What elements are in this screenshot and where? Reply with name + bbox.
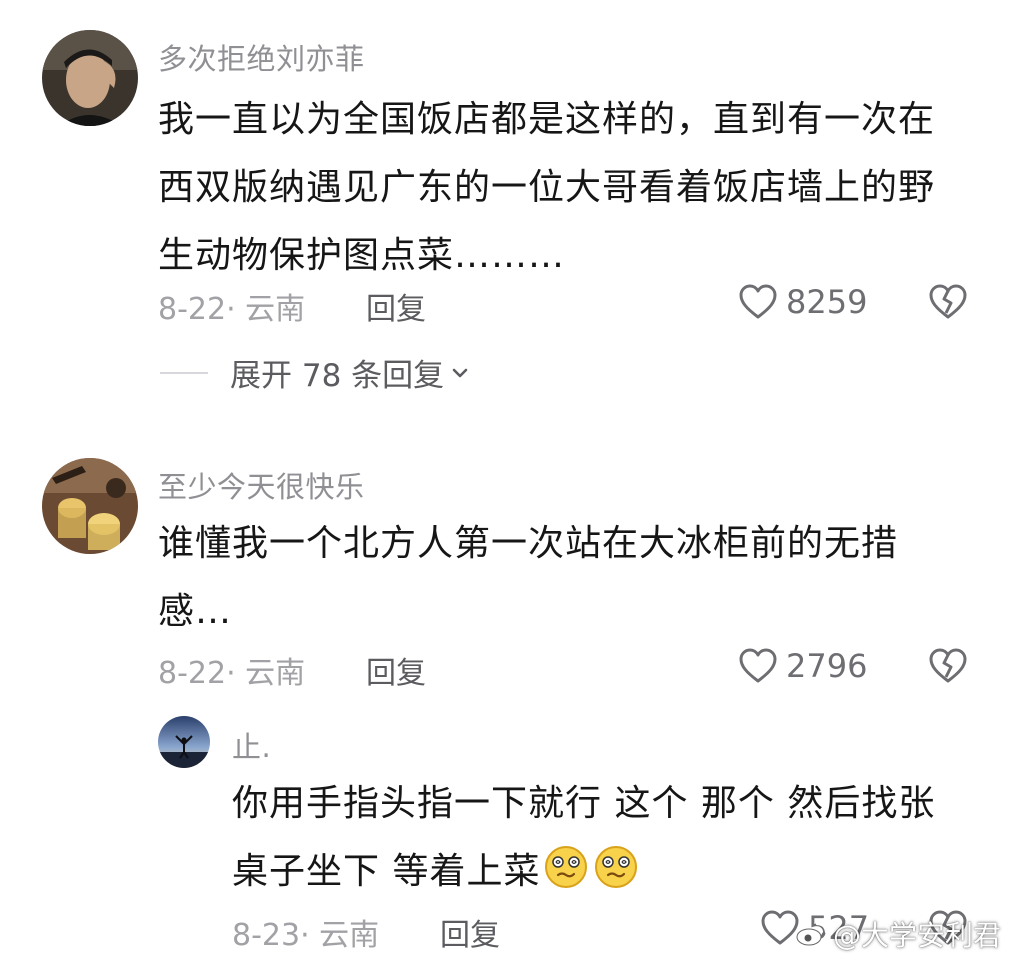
reply-button[interactable]: 回复 [440,910,500,954]
heart-outline-icon [739,284,777,319]
avatar-image [42,30,138,126]
reply-button[interactable]: 回复 [366,648,426,692]
dizzy-face-emoji-icon [545,846,588,888]
avatar[interactable] [42,458,138,554]
username[interactable]: 至少今天很快乐 [158,464,365,506]
comment-text: 谁懂我一个北方人第一次站在大冰柜前的无措感… [158,523,899,632]
avatar-image [42,458,138,554]
comment-meta: 8-22· 云南 [158,292,306,327]
avatar[interactable] [158,716,210,768]
like-button[interactable]: 8259 [738,283,867,321]
broken-heart-icon [929,648,967,683]
username[interactable]: 多次拒绝刘亦菲 [158,36,365,78]
comment-text: 我一直以为全国饭店都是这样的，直到有一次在西双版纳遇见广东的一位大哥看着饭店墙上… [158,99,936,276]
username[interactable]: 止. [232,724,271,766]
like-count: 2796 [786,647,868,685]
avatar-image [158,716,210,768]
reply-text: 你用手指头指一下就行 这个 那个 然后找张桌子坐下 等着上菜 [232,770,962,906]
watermark-text: @大学安利君 [832,919,1001,952]
comment-meta: 8-23· 云南 [232,918,380,953]
dizzy-face-emoji-icon [595,846,638,888]
expand-replies-label: 展开 78 条回复 [230,358,445,394]
broken-heart-icon [929,284,967,319]
chevron-down-icon [452,368,468,377]
reply-button[interactable]: 回复 [366,284,426,328]
expand-replies-button[interactable]: 展开 78 条回复 [160,350,470,395]
watermark: @大学安利君 [795,914,1001,954]
comment-meta: 8-22· 云南 [158,656,306,691]
like-button[interactable]: 2796 [738,647,867,685]
dislike-button[interactable] [928,647,968,685]
avatar[interactable] [42,30,138,126]
dislike-button[interactable] [928,283,968,321]
like-count: 8259 [786,283,868,321]
weibo-logo-icon [796,922,828,946]
heart-outline-icon [739,648,777,683]
divider-line [160,371,208,374]
